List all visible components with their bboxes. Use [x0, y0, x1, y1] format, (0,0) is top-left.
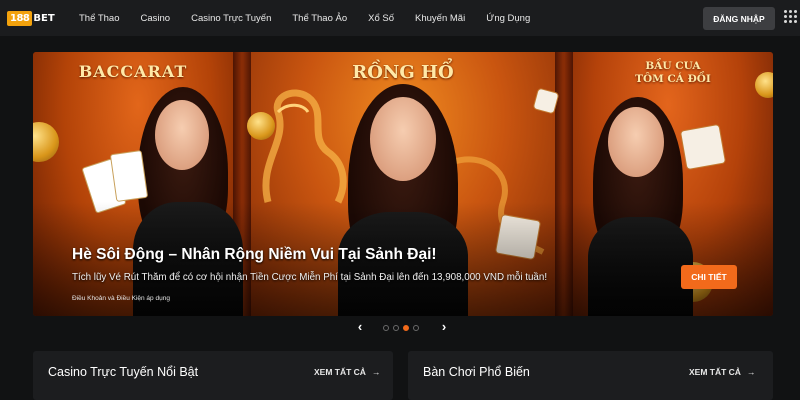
gold-coin: [247, 112, 275, 140]
chevron-left-icon[interactable]: ‹: [354, 320, 366, 334]
top-navbar: 188 BET Thể Thao Casino Casino Trực Tuyế…: [0, 0, 800, 36]
panel-title-baccarat: BACCARAT: [78, 62, 188, 81]
login-button[interactable]: ĐĂNG NHẬP: [703, 7, 775, 30]
banner-description: Tích lũy Vé Rút Thăm để có cơ hội nhận T…: [72, 272, 548, 283]
model-center-face: [370, 97, 436, 181]
logo-text: BET: [33, 12, 55, 24]
nav-item-sports[interactable]: Thể Thao: [79, 13, 120, 24]
carousel-dots: [383, 325, 419, 331]
carousel-dot-active[interactable]: [403, 325, 409, 331]
promo-banner[interactable]: BACCARAT RỒNG HỔ BẦU CUA TÔM CÁ ĐỒI Hè S…: [33, 52, 773, 316]
nav-item-apps[interactable]: Ứng Dụng: [486, 13, 530, 24]
brand-logo[interactable]: 188 BET: [7, 9, 55, 27]
main-menu: Thể Thao Casino Casino Trực Tuyến Thể Th…: [79, 0, 551, 36]
view-all-label: XEM TẤT CẢ: [689, 367, 741, 377]
banner-terms-link[interactable]: Điều Khoản và Điều Kiện áp dụng: [72, 295, 170, 302]
dice-icon: [679, 123, 727, 171]
dragon-illustration: [262, 89, 347, 204]
nav-item-lottery[interactable]: Xổ Số: [368, 13, 394, 24]
popular-tables-section: Bàn Chơi Phổ Biến XEM TẤT CẢ →: [408, 351, 773, 400]
logo-badge: 188: [7, 10, 33, 26]
arrow-right-icon: →: [746, 367, 756, 377]
view-all-label: XEM TẤT CẢ: [314, 367, 366, 377]
section-title: Casino Trực Tuyến Nổi Bật: [48, 365, 199, 379]
arrow-right-icon: →: [371, 367, 381, 377]
carousel-dot[interactable]: [413, 325, 419, 331]
view-all-link[interactable]: XEM TẤT CẢ →: [689, 367, 755, 377]
model-left-face: [155, 100, 209, 170]
playing-card: [109, 150, 149, 202]
carousel-dot[interactable]: [393, 325, 399, 331]
banner-headline: Hè Sôi Động – Nhân Rộng Niềm Vui Tại Sản…: [72, 246, 437, 263]
chevron-right-icon[interactable]: ›: [438, 320, 450, 334]
nav-item-promotions[interactable]: Khuyến Mãi: [415, 13, 465, 24]
panel-title-line: BẦU CUA: [645, 60, 701, 72]
panel-title-line: TÔM CÁ ĐỒI: [635, 73, 711, 85]
nav-item-casino[interactable]: Casino: [141, 13, 171, 24]
panel-title-fish-prawn-crab: BẦU CUA TÔM CÁ ĐỒI: [583, 60, 763, 86]
grid-dots-icon[interactable]: [784, 10, 798, 26]
view-all-link[interactable]: XEM TẤT CẢ →: [314, 367, 380, 377]
panel-title-dragon-tiger: RỒNG HỔ: [352, 62, 454, 83]
section-title: Bàn Chơi Phổ Biến: [423, 365, 530, 379]
featured-live-casino-section: Casino Trực Tuyến Nổi Bật XEM TẤT CẢ →: [33, 351, 393, 400]
carousel-dot[interactable]: [383, 325, 389, 331]
nav-item-live-casino[interactable]: Casino Trực Tuyến: [191, 13, 271, 24]
model-right-face: [608, 107, 664, 177]
details-button[interactable]: CHI TIẾT: [681, 265, 737, 289]
nav-item-virtual-sports[interactable]: Thể Thao Ảo: [292, 13, 347, 24]
